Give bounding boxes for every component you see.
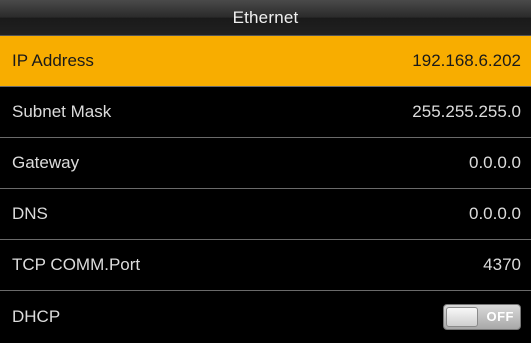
row-value: 255.255.255.0	[412, 102, 521, 121]
row-label: TCP COMM.Port	[12, 255, 141, 274]
dhcp-toggle[interactable]: OFF	[443, 303, 521, 330]
ethernet-settings-screen: Ethernet IP Address 192.168.6.202 Subnet…	[0, 0, 531, 343]
settings-list: IP Address 192.168.6.202 Subnet Mask 255…	[0, 36, 531, 343]
row-subnet-mask[interactable]: Subnet Mask 255.255.255.0	[0, 87, 531, 138]
row-label: DHCP	[12, 306, 61, 326]
row-value: 0.0.0.0	[469, 153, 521, 172]
toggle-knob[interactable]	[446, 306, 478, 327]
row-value: 0.0.0.0	[469, 204, 521, 223]
row-gateway[interactable]: Gateway 0.0.0.0	[0, 138, 531, 189]
row-label: Subnet Mask	[12, 102, 112, 121]
row-dhcp[interactable]: DHCP OFF	[0, 291, 531, 342]
page-title: Ethernet	[232, 7, 299, 27]
title-bar: Ethernet	[0, 0, 531, 36]
row-tcp-comm-port[interactable]: TCP COMM.Port 4370	[0, 240, 531, 291]
row-label: IP Address	[12, 51, 94, 70]
row-dns[interactable]: DNS 0.0.0.0	[0, 189, 531, 240]
row-value: 4370	[483, 255, 521, 274]
row-ip-address[interactable]: IP Address 192.168.6.202	[0, 36, 531, 87]
toggle-state-label: OFF	[486, 308, 514, 324]
row-label: DNS	[12, 204, 48, 223]
row-label: Gateway	[12, 153, 80, 172]
row-value: 192.168.6.202	[412, 51, 521, 70]
